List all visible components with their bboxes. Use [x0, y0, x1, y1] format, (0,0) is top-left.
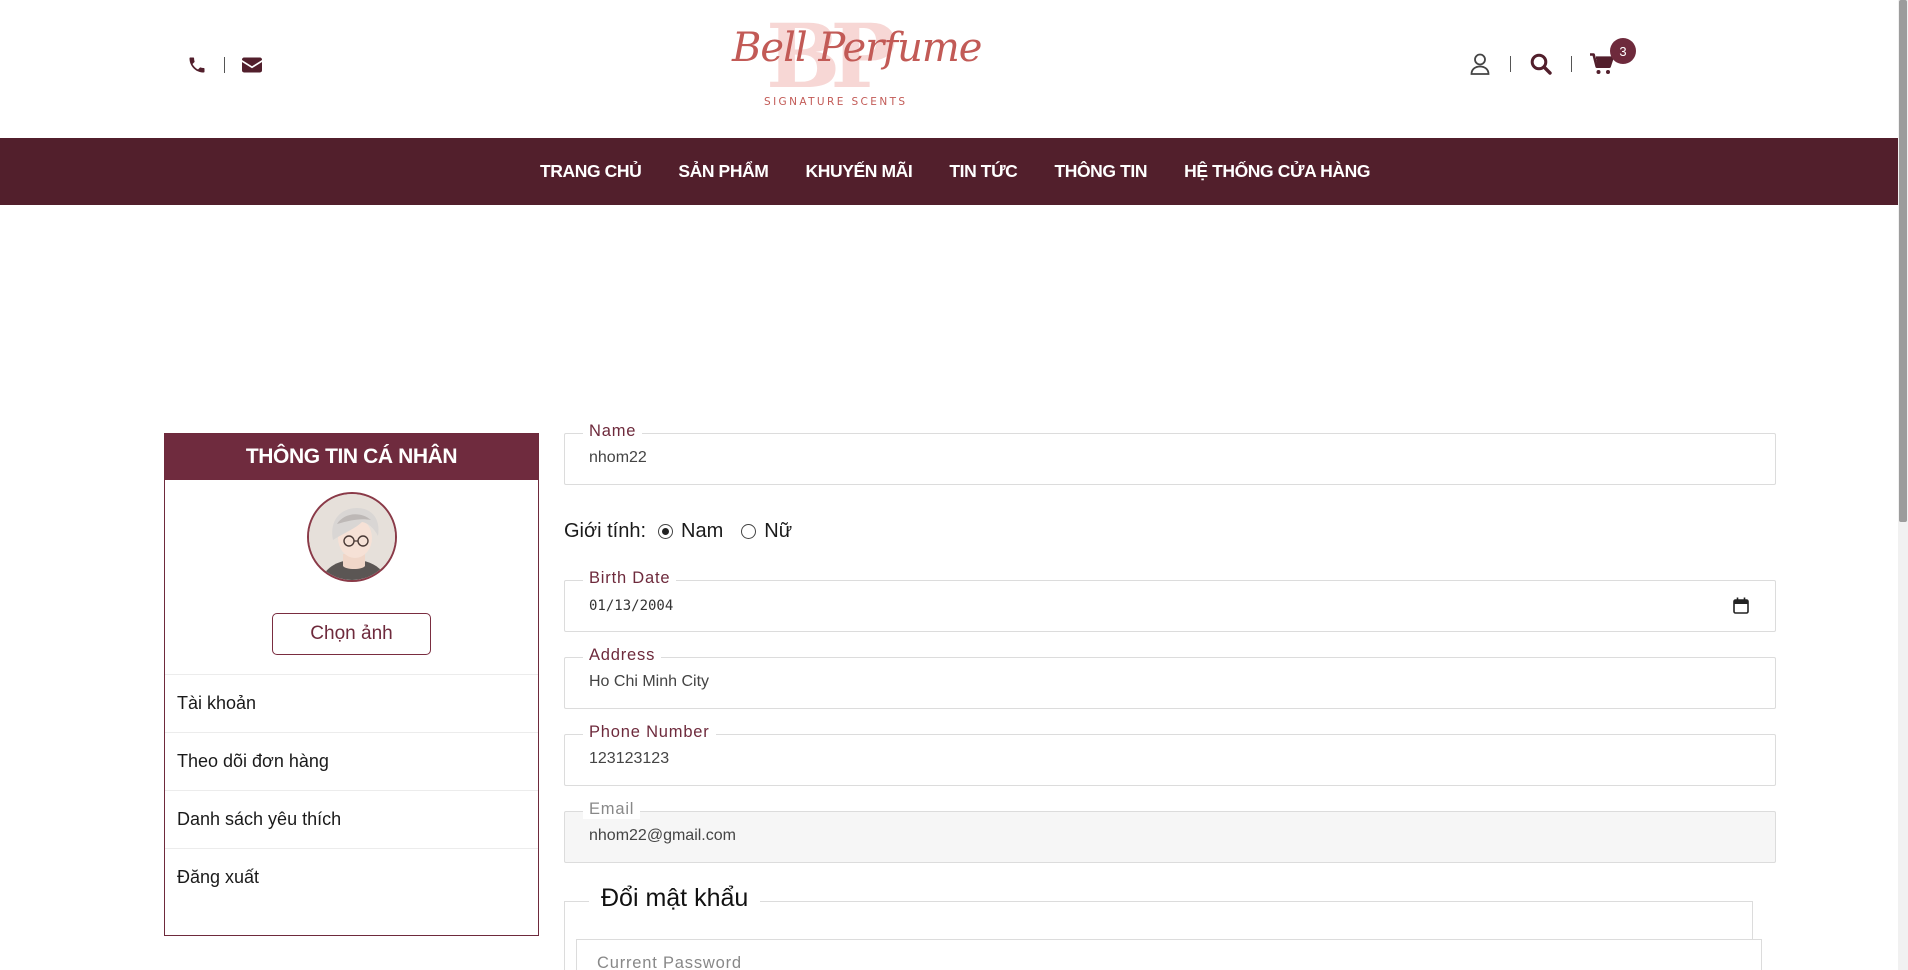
radio-female[interactable] — [741, 524, 757, 539]
email-field[interactable]: Email nhom22@gmail.com — [564, 800, 1776, 863]
user-icon[interactable] — [1466, 50, 1494, 78]
radio-male[interactable] — [658, 524, 674, 539]
envelope-icon[interactable] — [239, 52, 265, 78]
scrollbar-thumb[interactable] — [1899, 0, 1907, 522]
phone-label: Phone Number — [583, 723, 716, 742]
sidebar-menu: Tài khoản Theo dõi đơn hàng Danh sách yê… — [165, 674, 538, 906]
logo-tagline: SIGNATURE SCENTS — [764, 96, 908, 108]
nav-item-products[interactable]: SẢN PHẨM — [678, 161, 769, 182]
cart-count-badge: 3 — [1610, 38, 1636, 64]
birth-date-field[interactable]: Birth Date 01/13/2004 — [564, 569, 1776, 632]
gender-label: Giới tính: — [564, 520, 647, 542]
sidebar-item-account[interactable]: Tài khoản — [165, 674, 538, 732]
address-value[interactable]: Ho Chi Minh City — [589, 673, 709, 691]
sidebar-item-order-tracking[interactable]: Theo dõi đơn hàng — [165, 732, 538, 790]
nav-item-promotions[interactable]: KHUYẾN MÃI — [805, 161, 912, 182]
phone-field[interactable]: Phone Number 123123123 — [564, 723, 1776, 786]
profile-sidebar: THÔNG TIN CÁ NHÂN Chọn ảnh Tài khoản The… — [164, 433, 539, 936]
birth-date-label: Birth Date — [583, 569, 677, 588]
gender-option-male-label: Nam — [681, 520, 724, 542]
cart-icon[interactable]: 3 — [1588, 38, 1636, 78]
nav-item-home[interactable]: TRANG CHỦ — [540, 161, 642, 182]
gender-option-female[interactable]: Nữ — [741, 520, 792, 543]
brand-logo[interactable]: BP Bell Perfume SIGNATURE SCENTS — [730, 12, 982, 112]
header-tools: 3 — [1466, 38, 1636, 78]
divider — [1571, 56, 1572, 72]
sidebar-item-logout[interactable]: Đăng xuất — [165, 848, 538, 906]
email-label: Email — [583, 800, 641, 819]
email-value: nhom22@gmail.com — [589, 827, 736, 844]
page-scrollbar[interactable] — [1898, 0, 1908, 970]
search-icon[interactable] — [1527, 50, 1555, 78]
nav-item-info[interactable]: THÔNG TIN — [1054, 161, 1147, 182]
choose-photo-button[interactable]: Chọn ảnh — [272, 613, 431, 655]
gender-option-male[interactable]: Nam — [658, 520, 723, 543]
site-header: BP Bell Perfume SIGNATURE SCENTS 3 — [0, 0, 1898, 138]
divider — [224, 57, 225, 73]
current-password-field[interactable]: Current Password — [576, 939, 1762, 970]
nav-item-news[interactable]: TIN TỨC — [949, 161, 1018, 182]
gender-option-female-label: Nữ — [764, 520, 793, 542]
address-field[interactable]: Address Ho Chi Minh City — [564, 646, 1776, 709]
name-field[interactable]: Name nhom22 — [564, 422, 1776, 485]
phone-value[interactable]: 123123123 — [589, 750, 669, 768]
sidebar-item-wishlist[interactable]: Danh sách yêu thích — [165, 790, 538, 848]
name-label: Name — [583, 422, 643, 441]
birth-date-value[interactable]: 01/13/2004 — [589, 598, 673, 614]
name-value[interactable]: nhom22 — [589, 449, 647, 467]
phone-icon[interactable] — [184, 52, 210, 78]
main-nav: TRANG CHỦ SẢN PHẨM KHUYẾN MÃI TIN TỨC TH… — [0, 138, 1898, 205]
change-password-title: Đổi mật khẩu — [589, 884, 761, 913]
gender-group: Giới tính: Nam Nữ — [564, 520, 810, 543]
divider — [1510, 56, 1511, 72]
nav-item-stores[interactable]: HỆ THỐNG CỬA HÀNG — [1184, 161, 1370, 182]
sidebar-title: THÔNG TIN CÁ NHÂN — [165, 434, 538, 480]
contact-links — [184, 52, 265, 78]
logo-wordmark: Bell Perfume — [732, 25, 982, 71]
calendar-icon[interactable] — [1733, 597, 1749, 614]
current-password-label: Current Password — [597, 954, 742, 970]
avatar — [307, 492, 397, 582]
address-label: Address — [583, 646, 662, 665]
